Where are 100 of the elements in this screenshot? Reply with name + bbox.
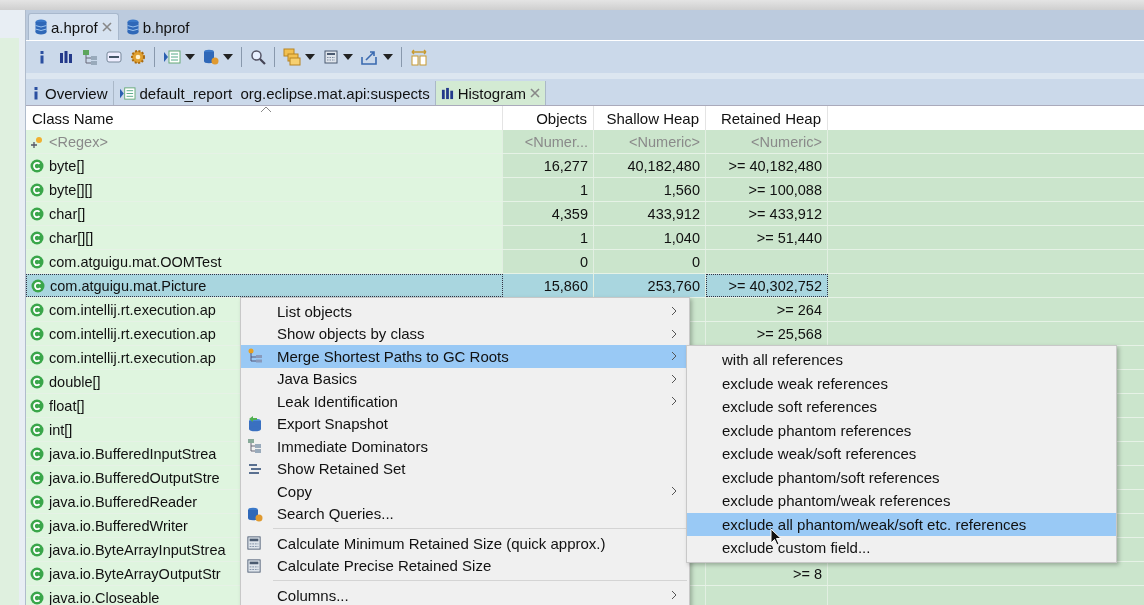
menu-item[interactable]: exclude weak/soft references [687,442,1116,466]
class-icon [30,158,44,173]
class-icon [30,326,44,341]
caret-icon[interactable] [185,54,195,60]
chevron-icon [671,306,677,317]
menu-item[interactable]: Columns... [241,584,689,605]
menu-item[interactable]: Immediate Dominators [241,435,689,458]
class-icon [30,182,44,197]
table-cell: >= 40,302,752 [728,277,822,294]
chevron-icon [671,590,677,601]
menu-item[interactable]: exclude weak references [687,371,1116,395]
menu-item[interactable]: Leak Identification [241,390,689,413]
class-icon [30,446,44,461]
menu-item[interactable]: Copy [241,480,689,503]
database-icon[interactable] [203,49,219,65]
class-icon [30,422,44,437]
class-icon [30,542,44,557]
class-name: com.intellij.rt.execution.ap [49,349,216,366]
table-cell: >= 51,440 [756,229,822,246]
class-name: java.io.BufferedOutputStre [49,469,220,486]
table-cell: 253,760 [647,277,700,294]
menu-item[interactable]: exclude custom field... [687,536,1116,560]
table-cell: >= 100,088 [748,181,822,198]
view-tab[interactable]: Histogram [435,81,547,105]
database-icon [35,19,47,35]
column-header[interactable]: Objects [503,106,594,130]
table-cell: 1 [579,181,588,198]
caret-icon[interactable] [383,54,393,60]
caret-icon[interactable] [223,54,233,60]
caret-icon[interactable] [343,54,353,60]
gear-icon[interactable] [130,49,146,65]
calculator-icon[interactable] [323,49,339,65]
table-cell: 15,860 [543,277,588,294]
class-icon [30,566,44,581]
close-icon[interactable] [101,22,112,32]
tree-icon [247,438,263,455]
menu-item[interactable]: Calculate Precise Retained Size [241,554,689,577]
class-name: java.io.ByteArrayInputStrea [49,541,226,558]
view-tab[interactable]: Overview [26,81,114,105]
menu-item[interactable]: with all references [687,348,1116,372]
table-cell: 1,560 [663,181,700,198]
class-icon [30,206,44,221]
editor-tab[interactable]: b.hprof [120,14,196,40]
column-header[interactable]: Retained Heap [706,106,828,130]
menu-item[interactable]: Calculate Minimum Retained Size (quick approx.) [241,532,689,555]
calculator-icon [247,536,261,551]
class-icon [31,278,45,293]
table-cell: >= 25,568 [756,325,822,342]
class-name: java.io.BufferedWriter [49,517,188,534]
chevron-icon [671,328,677,339]
menu-item[interactable]: Search Queries... [241,502,689,525]
bar-chart-icon [440,86,454,100]
table-cell: >= 433,912 [748,205,822,222]
menu-item[interactable]: Show Retained Set [241,457,689,480]
class-name: char[] [49,205,86,222]
menu-item[interactable]: Java Basics [241,367,689,390]
export-icon[interactable] [361,49,379,65]
menu-item[interactable]: List objects [241,300,689,323]
menu-item[interactable]: exclude soft references [687,395,1116,419]
class-name: float[] [49,397,85,414]
filter-icon [30,134,44,149]
class-name: com.atguigu.mat.Picture [50,277,207,294]
caret-icon[interactable] [305,54,315,60]
chevron-icon [671,351,677,362]
menu-item[interactable]: Merge Shortest Paths to GC Roots [241,345,689,368]
class-icon [30,518,44,533]
class-name: com.intellij.rt.execution.ap [49,325,216,342]
class-name: java.io.BufferedReader [49,493,198,510]
class-name: com.intellij.rt.execution.ap [49,301,216,318]
class-icon [30,254,44,269]
column-header[interactable]: Shallow Heap [594,106,706,130]
class-icon [30,398,44,413]
table-cell: 1 [579,229,588,246]
menu-item[interactable]: exclude phantom references [687,418,1116,442]
menu-item[interactable]: exclude phantom/soft references [687,465,1116,489]
menu-item[interactable]: exclude all phantom/weak/soft etc. references [687,512,1116,536]
menu-item[interactable]: Show objects by class [241,322,689,345]
class-icon [30,470,44,485]
table-cell: >= 8 [792,565,822,582]
menu-item[interactable]: Export Snapshot [241,412,689,435]
class-icon [30,374,44,389]
table-cell: >= 264 [776,301,822,318]
table-cell: 40,182,480 [627,157,700,174]
class-icon [30,230,44,245]
close-icon[interactable] [530,88,541,98]
calculator-icon [247,558,261,573]
class-icon [30,494,44,509]
class-icon [30,302,44,317]
tree-icon [247,348,263,365]
search-icon[interactable] [250,49,266,65]
report-icon[interactable] [163,49,181,65]
chevron-icon [671,396,677,407]
table-cell: 1,040 [663,229,700,246]
class-name: java.io.Closeable [49,589,160,605]
editor-tab[interactable]: a.hprof [28,13,119,40]
menu-item[interactable]: exclude phantom/weak references [687,489,1116,513]
bar-chart-icon[interactable] [58,49,74,65]
view-tab[interactable]: default_report org.eclipse.mat.api:suspects [113,81,436,105]
database-icon [126,19,139,35]
columns-icon[interactable] [410,48,428,66]
